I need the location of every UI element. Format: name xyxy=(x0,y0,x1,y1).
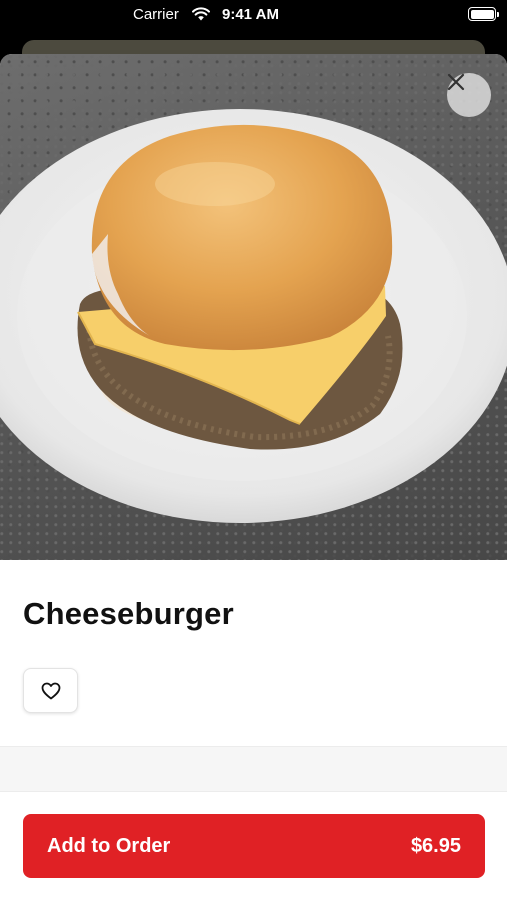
favorite-button[interactable] xyxy=(23,668,78,713)
section-divider xyxy=(0,746,507,792)
cheeseburger-photo xyxy=(0,54,507,560)
close-button[interactable] xyxy=(447,73,491,117)
close-icon xyxy=(447,73,465,91)
clock: 9:41 AM xyxy=(222,6,279,23)
battery-icon xyxy=(468,7,499,21)
wifi-icon xyxy=(192,7,210,21)
add-to-order-button[interactable]: Add to Order $6.95 xyxy=(23,814,485,878)
item-detail-sheet: Cheeseburger Add to Order $6.95 xyxy=(0,54,507,900)
item-title: Cheeseburger xyxy=(23,596,234,631)
heart-icon xyxy=(41,682,60,699)
add-to-order-label: Add to Order xyxy=(47,834,171,857)
price-label: $6.95 xyxy=(410,834,461,857)
status-bar: Carrier 9:41 AM xyxy=(0,0,507,30)
carrier-label: Carrier xyxy=(133,6,179,23)
